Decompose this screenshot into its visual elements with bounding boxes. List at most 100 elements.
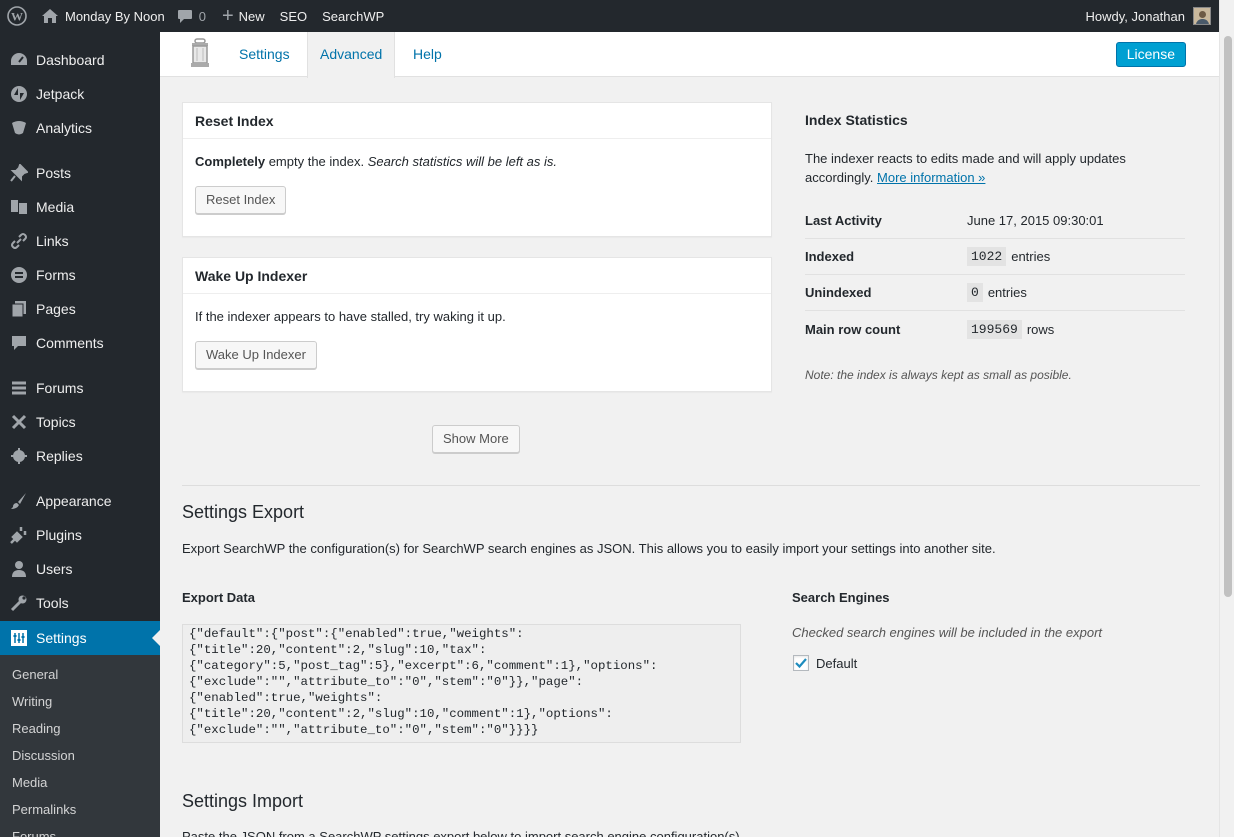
site-name-link[interactable]: Monday By Noon xyxy=(35,0,171,32)
submenu-writing[interactable]: Writing xyxy=(12,694,52,709)
topics-icon xyxy=(0,413,36,431)
submenu-media[interactable]: Media xyxy=(12,775,47,790)
scrollbar[interactable] xyxy=(1219,0,1234,837)
menu-item-jetpack[interactable]: Jetpack xyxy=(0,77,160,111)
reset-index-desc: Completely empty the index. Search stati… xyxy=(195,153,759,171)
menu-item-links[interactable]: Links xyxy=(0,224,160,258)
greeting: Howdy, Jonathan xyxy=(1085,8,1186,24)
stats-note: Note: the index is always kept as small … xyxy=(805,368,1072,382)
comment-bubble-icon xyxy=(177,9,192,23)
plugin-icon xyxy=(0,526,36,544)
menu-item-comments[interactable]: Comments xyxy=(0,326,160,360)
dashboard-icon xyxy=(0,51,36,69)
submenu-reading[interactable]: Reading xyxy=(12,721,60,736)
forms-icon xyxy=(0,266,36,284)
stat-indexed: Indexed 1022 entries xyxy=(805,239,1185,275)
stats-title: Index Statistics xyxy=(805,112,908,128)
stat-label: Main row count xyxy=(805,321,901,337)
engine-default-checkbox[interactable] xyxy=(793,655,809,671)
menu-item-posts[interactable]: Posts xyxy=(0,156,160,190)
menu-item-settings[interactable]: Settings xyxy=(0,621,160,655)
wake-up-button[interactable]: Wake Up Indexer xyxy=(195,341,317,369)
replies-icon xyxy=(0,447,36,465)
stat-value: 0 xyxy=(967,283,983,302)
menu-item-forms[interactable]: Forms xyxy=(0,258,160,292)
section-divider xyxy=(182,485,1200,486)
tab-help[interactable]: Help xyxy=(401,32,454,77)
seo-label: SEO xyxy=(279,8,308,24)
checkmark-icon xyxy=(795,658,807,669)
show-more-button[interactable]: Show More xyxy=(432,425,520,453)
desc-bold: Completely xyxy=(195,154,266,169)
menu-label: Plugins xyxy=(36,527,82,543)
avatar xyxy=(1193,7,1211,25)
menu-item-pages[interactable]: Pages xyxy=(0,292,160,326)
export-data-label: Export Data xyxy=(182,590,255,605)
wordpress-logo-icon[interactable]: W xyxy=(0,0,35,32)
menu-label: Media xyxy=(36,199,75,215)
comments-link[interactable]: 0 xyxy=(171,0,212,32)
svg-text:W: W xyxy=(11,10,23,24)
menu-item-tools[interactable]: Tools xyxy=(0,586,160,620)
menu-label: Users xyxy=(36,561,73,577)
stat-last-activity: Last Activity June 17, 2015 09:30:01 xyxy=(805,203,1185,239)
pages-icon xyxy=(0,300,36,318)
link-icon xyxy=(0,232,36,250)
forums-icon xyxy=(0,379,36,397)
export-data-textarea[interactable]: {"default":{"post":{"enabled":true,"weig… xyxy=(182,624,741,743)
new-content-link[interactable]: + New xyxy=(212,0,271,32)
menu-item-topics[interactable]: Topics xyxy=(0,405,160,439)
tab-settings[interactable]: Settings xyxy=(227,32,302,77)
menu-item-appearance[interactable]: Appearance xyxy=(0,484,160,518)
menu-label: Links xyxy=(36,233,69,249)
reset-index-box: Reset Index Completely empty the index. … xyxy=(182,102,772,237)
search-engines-note: Checked search engines will be included … xyxy=(792,625,1103,640)
menu-item-replies[interactable]: Replies xyxy=(0,439,160,473)
menu-label: Pages xyxy=(36,301,76,317)
submenu-general[interactable]: General xyxy=(12,667,58,682)
index-statistics: Index Statistics The indexer reacts to e… xyxy=(805,102,1185,382)
reset-index-button[interactable]: Reset Index xyxy=(195,186,287,214)
main-content: Settings Advanced Help License Reset Ind… xyxy=(160,32,1219,837)
stat-unindexed: Unindexed 0 entries xyxy=(805,275,1185,311)
media-icon xyxy=(0,198,36,216)
menu-item-dashboard[interactable]: Dashboard xyxy=(0,43,160,77)
stats-desc: The indexer reacts to edits made and wil… xyxy=(805,149,1185,187)
new-label: New xyxy=(238,8,265,24)
wake-up-desc: If the indexer appears to have stalled, … xyxy=(195,309,506,324)
license-button[interactable]: License xyxy=(1115,42,1186,67)
engine-default-label[interactable]: Default xyxy=(816,656,857,671)
submenu-forums[interactable]: Forums xyxy=(12,829,56,837)
menu-label: Forums xyxy=(36,380,84,396)
submenu-permalinks[interactable]: Permalinks xyxy=(12,802,76,817)
stat-label: Indexed xyxy=(805,249,855,264)
menu-label: Comments xyxy=(36,335,104,351)
settings-import-desc: Paste the JSON from a SearchWP settings … xyxy=(182,829,744,837)
stat-value: June 17, 2015 09:30:01 xyxy=(967,213,1104,228)
more-info-link[interactable]: More information » xyxy=(877,170,985,185)
plus-icon: + xyxy=(221,5,234,27)
account-menu[interactable]: Howdy, Jonathan xyxy=(1080,0,1220,32)
tab-advanced[interactable]: Advanced xyxy=(307,32,396,78)
menu-item-plugins[interactable]: Plugins xyxy=(0,518,160,552)
menu-item-forums[interactable]: Forums xyxy=(0,371,160,405)
searchwp-link[interactable]: SearchWP xyxy=(313,0,390,32)
submenu-discussion[interactable]: Discussion xyxy=(12,748,75,763)
menu-item-analytics[interactable]: Analytics xyxy=(0,111,160,145)
stat-unit: entries xyxy=(987,285,1027,300)
menu-item-users[interactable]: Users xyxy=(0,552,160,586)
site-name: Monday By Noon xyxy=(65,8,165,24)
seo-link[interactable]: SEO xyxy=(271,0,313,32)
brush-icon xyxy=(0,492,36,510)
menu-item-media[interactable]: Media xyxy=(0,190,160,224)
comment-icon xyxy=(0,334,36,352)
scrollbar-thumb[interactable] xyxy=(1224,36,1232,597)
menu-label: Posts xyxy=(36,165,72,181)
user-icon xyxy=(0,560,36,578)
menu-label: Dashboard xyxy=(36,52,105,68)
settings-export-title: Settings Export xyxy=(182,502,305,522)
menu-label: Settings xyxy=(36,630,87,646)
admin-sidebar: Dashboard Jetpack Analytics Posts Media … xyxy=(0,32,160,837)
analytics-icon xyxy=(0,119,36,137)
menu-label: Replies xyxy=(36,448,83,464)
